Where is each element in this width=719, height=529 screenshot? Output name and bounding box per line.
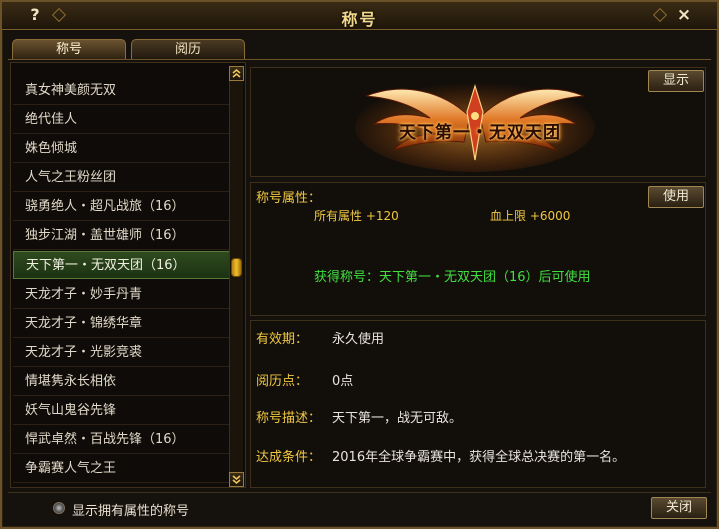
tab-divider <box>8 59 711 60</box>
condition-value: 2016年全球争霸赛中，获得全球总决赛的第一名。 <box>332 450 626 465</box>
exp-value: 0点 <box>332 374 354 389</box>
list-item-selected[interactable]: 天下第一・无双天团（16） <box>13 251 231 279</box>
scroll-down-icon[interactable] <box>229 472 244 487</box>
obtain-requirement: 获得称号：天下第一・无双天团（16）后可使用 <box>314 270 591 285</box>
condition-label: 达成条件： <box>256 450 322 465</box>
validity-value: 永久使用 <box>332 332 385 347</box>
description-label: 称号描述： <box>256 411 322 426</box>
list-item[interactable]: 悍武卓然・百战先锋（16） <box>13 426 231 454</box>
attribute-all: 所有属性 +120 <box>314 209 399 223</box>
list-item[interactable]: 天龙才子・锦绣华章 <box>13 310 231 338</box>
window-title: 称号 <box>341 10 378 29</box>
scroll-thumb[interactable] <box>231 258 242 277</box>
list-item[interactable]: 人气之王粉丝团 <box>13 164 231 192</box>
list-item[interactable]: 天龙才子・光影竞裘 <box>13 339 231 367</box>
list-item[interactable]: 姝色倾城 <box>13 135 231 163</box>
list-item-partial <box>13 62 231 63</box>
list-item[interactable]: 骁勇绝人・超凡战旅（16） <box>13 193 231 221</box>
footer-divider <box>8 492 711 493</box>
exp-label: 阅历点： <box>256 374 309 389</box>
tab-titles[interactable]: 称号 <box>12 39 126 60</box>
use-button[interactable]: 使用 <box>648 186 704 208</box>
list-item[interactable]: 妖气山鬼谷先锋 <box>13 397 231 425</box>
list-item[interactable]: 天龙才子・妙手丹青 <box>13 281 231 309</box>
emblem-text: 天下第一・无双天团 <box>399 123 561 143</box>
list-item[interactable]: 真女神美颜无双 <box>13 77 231 105</box>
description-value: 天下第一，战无可敌。 <box>332 411 463 426</box>
list-item[interactable]: 绝代佳人 <box>13 106 231 134</box>
attribute-hp: 血上限 +6000 <box>490 209 571 223</box>
list-item[interactable]: 情堪隽永长相依 <box>13 368 231 396</box>
title-list: 真女神美颜无双 绝代佳人 姝色倾城 人气之王粉丝团 骁勇绝人・超凡战旅（16） … <box>10 62 246 488</box>
show-button[interactable]: 显示 <box>648 70 704 92</box>
filter-label: 显示拥有属性的称号 <box>72 504 190 519</box>
tab-experience[interactable]: 阅历 <box>131 39 245 60</box>
filter-radio[interactable] <box>53 502 65 514</box>
close-button[interactable]: 关闭 <box>651 497 707 519</box>
close-icon[interactable]: × <box>673 5 695 25</box>
list-item[interactable]: 争霸赛人气之王 <box>13 455 231 483</box>
list-item[interactable]: 独步江湖・盖世雄师（16） <box>13 222 231 250</box>
scroll-up-icon[interactable] <box>229 66 244 81</box>
attribute-title: 称号属性： <box>256 191 322 206</box>
title-bar: ? 称号 × <box>2 2 717 30</box>
validity-label: 有效期： <box>256 332 309 347</box>
